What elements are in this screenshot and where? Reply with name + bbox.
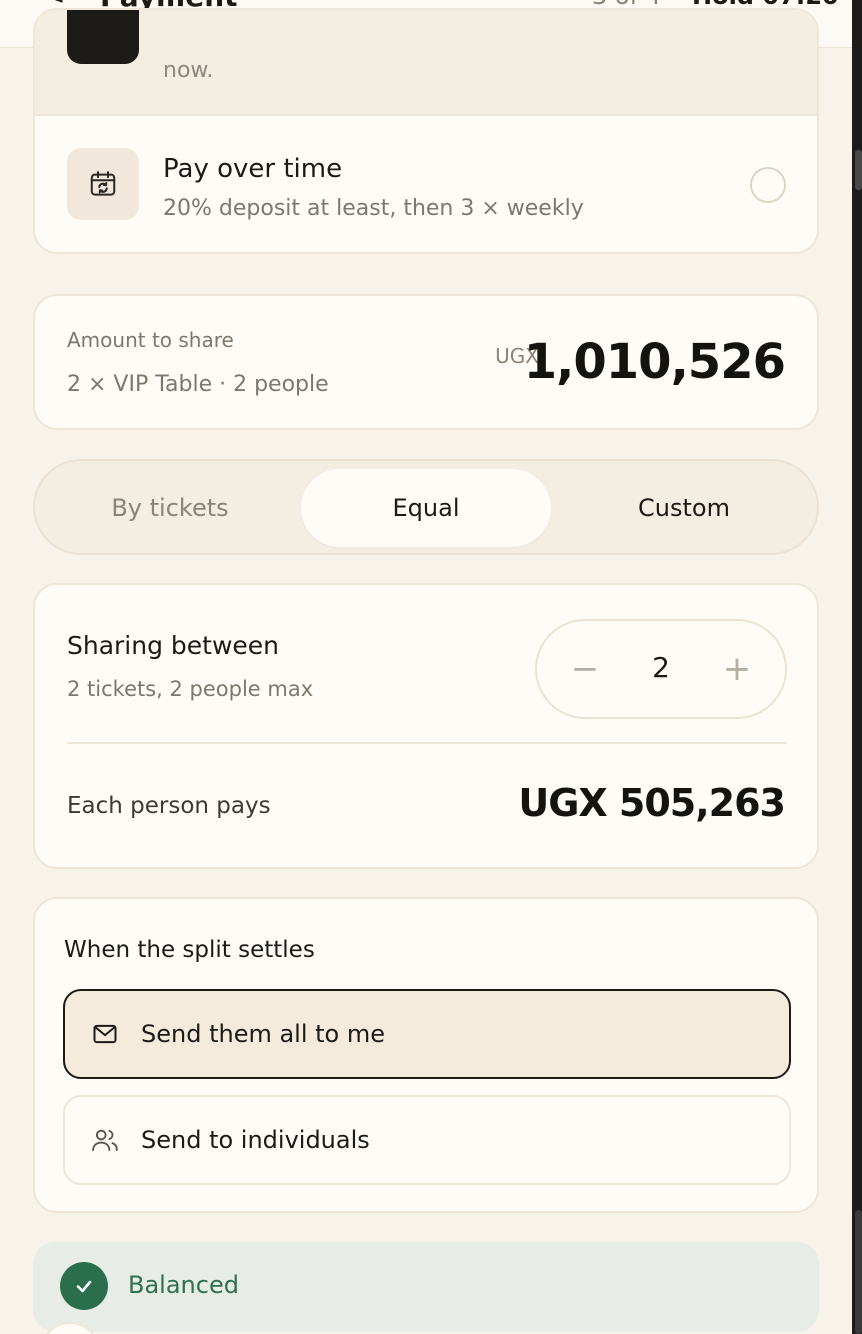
each-person-amount: UGX 505,263 xyxy=(518,781,786,825)
send-to-individuals-option[interactable]: Send to individuals xyxy=(63,1095,791,1185)
balanced-status: Balanced xyxy=(33,1242,819,1332)
pay-in-full-subtitle: now. xyxy=(163,58,214,83)
settlement-card: When the split settles Send them all to … xyxy=(33,897,819,1213)
scrollbar-track-segment xyxy=(855,1210,862,1334)
payment-options-card: now. Pay over time 20% deposit at least,… xyxy=(33,8,819,254)
tab-equal[interactable]: Equal xyxy=(301,469,551,547)
tab-by-tickets[interactable]: By tickets xyxy=(45,469,295,547)
sharing-card: Sharing between 2 tickets, 2 people max … xyxy=(33,583,819,869)
amount-label: Amount to share xyxy=(67,328,234,352)
pay-in-full-option[interactable]: now. xyxy=(35,10,817,116)
pay-now-icon xyxy=(67,10,139,64)
sharing-subtitle: 2 tickets, 2 people max xyxy=(67,677,314,701)
people-stepper: − 2 + xyxy=(535,619,787,719)
each-person-label: Each person pays xyxy=(67,793,271,819)
amount-detail: 2 × VIP Table · 2 people xyxy=(67,372,329,397)
send-all-to-me-label: Send them all to me xyxy=(141,1020,386,1048)
envelope-icon xyxy=(89,1018,121,1050)
amount-to-share-card: Amount to share 2 × VIP Table · 2 people… xyxy=(33,294,819,430)
payment-screen: < Payment 3 of 4 Hold 07:20 now. Pay ove… xyxy=(0,0,852,1334)
tab-custom[interactable]: Custom xyxy=(557,469,811,547)
scrollbar[interactable] xyxy=(852,0,862,1334)
send-to-individuals-label: Send to individuals xyxy=(141,1126,370,1154)
balanced-label: Balanced xyxy=(128,1271,239,1299)
scrollbar-thumb[interactable] xyxy=(855,150,862,190)
people-icon xyxy=(89,1124,121,1156)
amount-value: 1,010,526 xyxy=(523,334,786,390)
sharing-title: Sharing between xyxy=(67,631,280,660)
split-mode-segmented-control: By tickets Equal Custom xyxy=(33,459,819,555)
send-all-to-me-option[interactable]: Send them all to me xyxy=(63,989,791,1079)
check-icon xyxy=(60,1262,108,1310)
calendar-repeat-icon xyxy=(67,148,139,220)
settlement-title: When the split settles xyxy=(64,937,315,963)
pay-over-time-subtitle: 20% deposit at least, then 3 × weekly xyxy=(163,196,584,221)
divider xyxy=(67,742,787,744)
pay-over-time-radio[interactable] xyxy=(750,167,786,203)
pay-over-time-title: Pay over time xyxy=(163,154,343,184)
increment-button[interactable]: + xyxy=(715,647,759,691)
